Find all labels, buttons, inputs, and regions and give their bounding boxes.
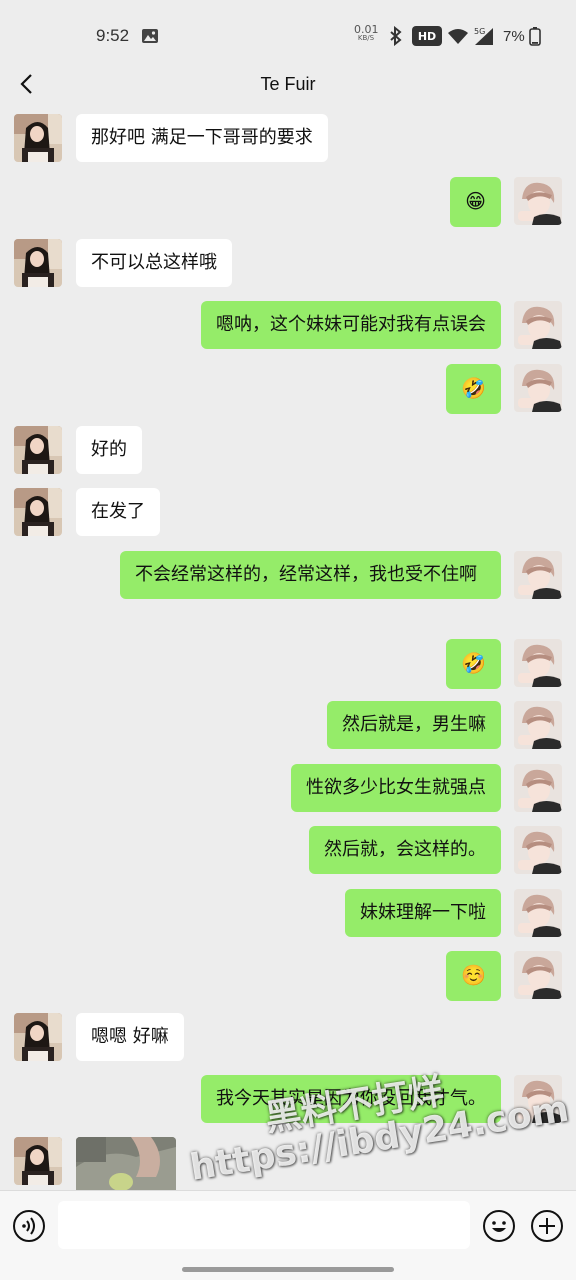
contact-avatar[interactable] [14,426,62,474]
outgoing-message-bubble[interactable]: 性欲多少比女生就强点 [291,764,501,812]
my-avatar[interactable] [514,639,562,687]
status-bar: 9:52 0.01 KB/S HD 5G 7% [0,0,576,70]
photo-thumbnail-icon [76,1137,176,1190]
incoming-message-bubble[interactable]: 嗯嗯 好嘛 [76,1013,184,1061]
message-input[interactable] [58,1201,470,1249]
message-text: 在发了 [91,501,145,522]
my-avatar[interactable] [514,764,562,812]
voice-icon [13,1210,45,1242]
contact-avatar[interactable] [14,114,62,162]
outgoing-message-bubble[interactable]: 妹妹理解一下啦 [345,889,501,937]
outgoing-emoji-bubble[interactable]: ☺️ [446,951,501,1001]
outgoing-message-bubble[interactable]: 然后就是，男生嘛 [327,701,501,749]
my-avatar[interactable] [514,889,562,937]
message-text: 不会经常这样的，经常这样，我也受不住啊 [135,564,477,585]
bluetooth-icon [386,26,406,46]
message-list[interactable]: 那好吧 满足一下哥哥的要求 😁 不可以总这样哦 嗯呐，这个妹妹可能对我有点误会 … [0,108,576,1190]
message-text: 我今天其实是因为你没回我才气。 [216,1088,486,1109]
battery-icon [528,26,542,46]
my-avatar[interactable] [514,551,562,599]
emoji-icon [483,1210,515,1242]
voice-button[interactable] [12,1209,46,1243]
home-indicator[interactable] [182,1267,394,1272]
my-avatar[interactable] [514,701,562,749]
speed-unit: KB/S [357,34,375,42]
my-avatar[interactable] [514,301,562,349]
message-text: 嗯呐，这个妹妹可能对我有点误会 [216,314,486,335]
input-bar [0,1190,576,1280]
chat-header: Te Fuir [0,62,576,108]
outgoing-emoji-bubble[interactable]: 🤣 [446,639,501,689]
more-button[interactable] [530,1209,564,1243]
incoming-message-bubble[interactable]: 好的 [76,426,142,474]
message-text: 好的 [91,439,127,460]
message-text: 妹妹理解一下啦 [360,902,486,923]
grinning-face-emoji-icon: 😁 [465,189,486,213]
chat-title: Te Fuir [260,74,316,94]
message-text: 然后就是，男生嘛 [342,714,486,735]
photo-message[interactable] [76,1137,176,1190]
my-avatar[interactable] [514,364,562,412]
wifi-icon [446,26,470,46]
rolling-laughing-emoji-icon: 🤣 [461,376,486,400]
outgoing-emoji-bubble[interactable]: 😁 [450,177,501,227]
message-text: 然后就，会这样的。 [324,839,486,860]
emoji-button[interactable] [482,1209,516,1243]
my-avatar[interactable] [514,1075,562,1123]
my-avatar[interactable] [514,177,562,225]
my-avatar[interactable] [514,951,562,999]
message-text: 嗯嗯 好嘛 [91,1026,169,1047]
outgoing-message-bubble[interactable]: 不会经常这样的，经常这样，我也受不住啊 [120,551,501,599]
rolling-laughing-emoji-icon: 🤣 [461,651,486,675]
cellular-signal-icon: 5G [472,26,496,46]
message-text: 不可以总这样哦 [91,252,217,273]
incoming-message-bubble[interactable]: 不可以总这样哦 [76,239,232,287]
gallery-icon [140,26,160,46]
outgoing-message-bubble[interactable]: 我今天其实是因为你没回我才气。 [201,1075,501,1123]
status-time: 9:52 [96,26,130,45]
network-speed: 0.01 KB/S [354,24,379,42]
network-type: 5G [474,27,485,36]
plus-icon [531,1210,563,1242]
message-text: 性欲多少比女生就强点 [306,777,486,798]
incoming-message-bubble[interactable]: 在发了 [76,488,160,536]
outgoing-message-bubble[interactable]: 嗯呐，这个妹妹可能对我有点误会 [201,301,501,349]
contact-avatar[interactable] [14,239,62,287]
my-avatar[interactable] [514,826,562,874]
message-text: 那好吧 满足一下哥哥的要求 [91,127,313,148]
outgoing-emoji-bubble[interactable]: 🤣 [446,364,501,414]
contact-avatar[interactable] [14,1013,62,1061]
smiling-face-emoji-icon: ☺️ [461,963,486,987]
contact-avatar[interactable] [14,1137,62,1185]
incoming-message-bubble[interactable]: 那好吧 满足一下哥哥的要求 [76,114,328,162]
contact-avatar[interactable] [14,488,62,536]
outgoing-message-bubble[interactable]: 然后就，会这样的。 [309,826,501,874]
battery-percent: 7% [503,28,525,45]
hd-badge: HD [412,26,442,46]
